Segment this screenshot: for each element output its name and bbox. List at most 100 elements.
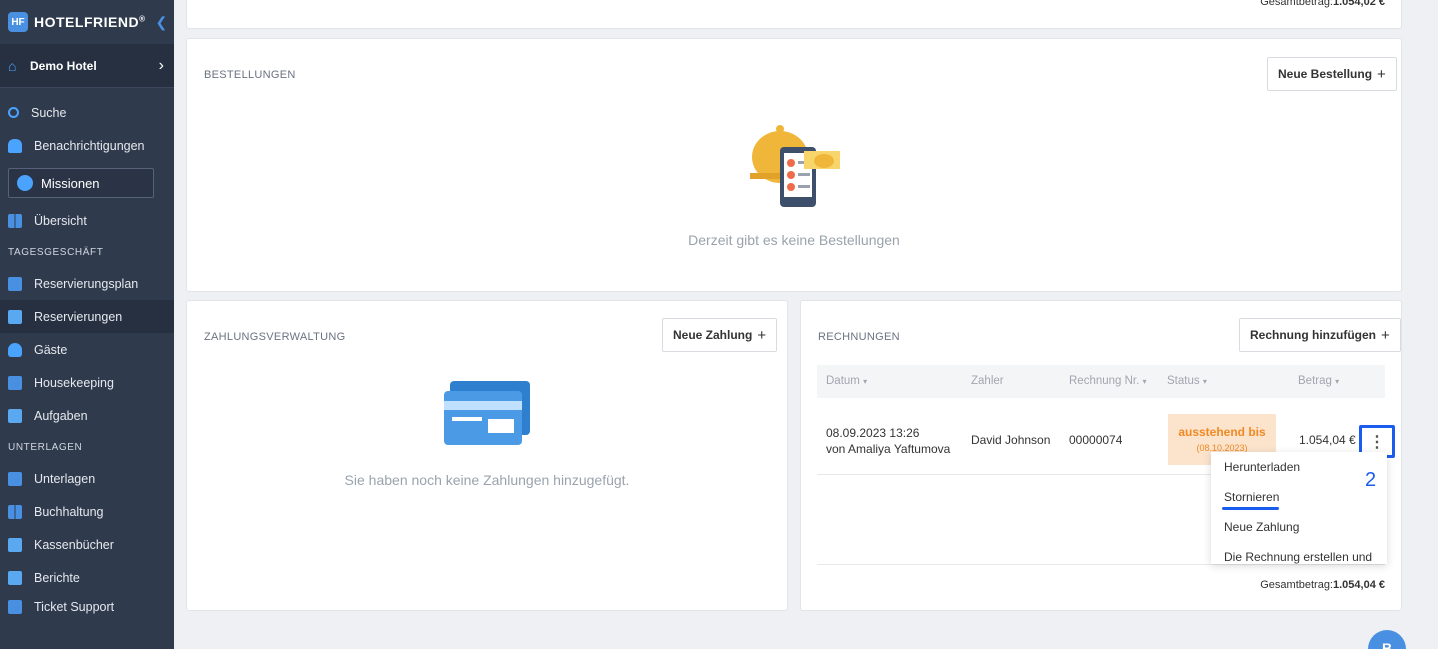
section-label-docs: UNTERLAGEN: [8, 441, 83, 453]
plus-icon: +: [757, 326, 767, 344]
sidebar-item-housekeeping[interactable]: Housekeeping: [0, 366, 174, 399]
accounting-icon: [8, 504, 22, 519]
section-label-daily: TAGESGESCHÄFT: [8, 246, 104, 258]
broom-icon: [8, 375, 22, 390]
sort-icon: ▾: [1142, 377, 1147, 386]
sidebar-item-label: Suche: [31, 105, 67, 120]
orders-empty-text: Derzeit gibt es keine Bestellungen: [688, 232, 900, 248]
chevron-right-icon: ›: [158, 56, 164, 74]
col-status-header[interactable]: Status ▾: [1167, 375, 1207, 387]
user-icon: [8, 342, 22, 357]
total-value: 1.054,04 €: [1333, 579, 1385, 591]
table-footer-divider: [817, 564, 1385, 565]
book-icon: [8, 537, 22, 552]
sidebar-item-label: Übersicht: [34, 213, 87, 228]
document-icon: [8, 309, 22, 324]
add-invoice-button[interactable]: Rechnung hinzufügen +: [1239, 318, 1401, 352]
sidebar-item-label: Berichte: [34, 570, 80, 585]
sidebar-item-overview[interactable]: Übersicht: [0, 204, 174, 237]
invoice-amount: 1.054,04 €: [1299, 433, 1356, 447]
sidebar-nav-daily: Reservierungsplan Reservierungen Gäste H…: [0, 267, 174, 432]
sort-icon: ▾: [1335, 377, 1340, 386]
sidebar-item-cashbooks[interactable]: Kassenbücher: [0, 528, 174, 561]
new-order-button[interactable]: Neue Bestellung +: [1267, 57, 1397, 91]
registered-mark: ®: [139, 14, 146, 24]
sidebar-item-label: Reservierungen: [34, 309, 123, 324]
sidebar-item-reservations[interactable]: Reservierungen: [0, 300, 174, 333]
invoice-date: 08.09.2023 13:26: [826, 426, 920, 440]
invoice-number: 00000074: [1069, 433, 1123, 447]
invoices-title: RECHNUNGEN: [818, 331, 900, 343]
sort-icon: ▾: [1202, 377, 1207, 386]
payments-card: ZAHLUNGSVERWALTUNG Neue Zahlung + Sie hab…: [186, 300, 788, 611]
sidebar-item-label: Housekeeping: [34, 375, 114, 390]
logo-row: HF HOTELFRIEND® ❮: [0, 0, 174, 44]
menu-item-new-payment[interactable]: Neue Zahlung: [1211, 512, 1387, 542]
col-status-label: Status: [1167, 375, 1200, 387]
bell-icon: [8, 138, 22, 153]
missions-label: Missionen: [41, 175, 100, 191]
col-amount-label: Betrag: [1298, 375, 1332, 387]
search-icon: [8, 107, 19, 118]
status-text: ausstehend bis: [1178, 425, 1266, 439]
new-payment-button[interactable]: Neue Zahlung +: [662, 318, 778, 352]
sidebar-item-label: Unterlagen: [34, 471, 96, 486]
highlight-underline: [1222, 507, 1279, 510]
sidebar-item-reservation-plan[interactable]: Reservierungsplan: [0, 267, 174, 300]
collapse-sidebar-icon[interactable]: ❮: [155, 14, 167, 31]
wrench-icon: [8, 408, 22, 423]
total-value: 1.054,02 €: [1333, 0, 1385, 8]
sidebar-item-label: Gäste: [34, 342, 68, 357]
col-amount-header[interactable]: Betrag ▾: [1298, 375, 1339, 387]
dashboard-icon: [8, 213, 22, 228]
plus-icon: +: [1377, 65, 1386, 83]
sidebar-item-accounting[interactable]: Buchhaltung: [0, 495, 174, 528]
support-icon: [8, 599, 22, 614]
invoices-card: RECHNUNGEN Rechnung hinzufügen + Datum ▾ …: [800, 300, 1402, 611]
step-annotation: 2: [1365, 469, 1377, 491]
menu-item-create-invoice[interactable]: Die Rechnung erstellen und: [1211, 542, 1387, 564]
sidebar: HF HOTELFRIEND® ❮ ⌂ Demo Hotel › Suche B…: [0, 0, 174, 649]
booking-summary-card: Gesamtbetrag:1.054,02 €: [186, 0, 1402, 29]
sort-icon: ▾: [863, 377, 868, 386]
sidebar-item-tasks[interactable]: Aufgaben: [0, 399, 174, 432]
hotelfriend-logo-icon: HF: [8, 12, 28, 32]
payments-title: ZAHLUNGSVERWALTUNG: [204, 331, 346, 343]
sidebar-item-label: Reservierungsplan: [34, 276, 139, 291]
floating-action-button[interactable]: B: [1368, 630, 1406, 649]
calendar-icon: [8, 276, 22, 291]
col-number-header[interactable]: Rechnung Nr. ▾: [1069, 375, 1147, 387]
col-date-label: Datum: [826, 375, 860, 387]
hotel-name: Demo Hotel: [30, 58, 97, 73]
col-number-label: Rechnung Nr.: [1069, 375, 1140, 387]
sidebar-nav-docs: Unterlagen Buchhaltung Kassenbücher Beri…: [0, 462, 174, 623]
menu-item-download[interactable]: Herunterladen: [1211, 452, 1387, 482]
food-order-illustration-icon: [750, 125, 840, 207]
missions-button[interactable]: Missionen: [8, 168, 154, 198]
sidebar-item-ticket-support[interactable]: Ticket Support: [0, 590, 174, 623]
add-invoice-label: Rechnung hinzufügen: [1250, 328, 1376, 342]
col-date-header[interactable]: Datum ▾: [826, 375, 867, 387]
sidebar-item-notifications[interactable]: Benachrichtigungen: [0, 129, 174, 162]
sidebar-item-label: Kassenbücher: [34, 537, 114, 552]
col-payer-header: Zahler: [971, 375, 1004, 387]
sidebar-item-guests[interactable]: Gäste: [0, 333, 174, 366]
sidebar-item-search[interactable]: Suche: [0, 96, 174, 129]
main-content: Gesamtbetrag:1.054,02 € BESTELLUNGEN Neu…: [174, 0, 1438, 649]
sidebar-item-label: Aufgaben: [34, 408, 88, 423]
orders-title: BESTELLUNGEN: [204, 69, 296, 81]
hotel-selector[interactable]: ⌂ Demo Hotel ›: [0, 44, 174, 88]
invoice-payer: David Johnson: [971, 433, 1051, 447]
invoices-total: Gesamtbetrag:1.054,04 €: [1260, 579, 1385, 591]
top-total: Gesamtbetrag:1.054,02 €: [1260, 0, 1385, 8]
sidebar-item-label: Buchhaltung: [34, 504, 104, 519]
sidebar-item-documents[interactable]: Unterlagen: [0, 462, 174, 495]
award-icon: [17, 175, 33, 191]
new-payment-label: Neue Zahlung: [673, 328, 753, 342]
credit-card-illustration-icon: [444, 381, 530, 445]
kebab-menu-icon: ⋮: [1369, 433, 1385, 451]
plus-icon: +: [1380, 326, 1390, 344]
orders-card: BESTELLUNGEN Neue Bestellung + Derzeit gi…: [186, 38, 1402, 292]
payments-empty-text: Sie haben noch keine Zahlungen hinzugefü…: [344, 472, 630, 488]
invoices-table-header: Datum ▾ Zahler Rechnung Nr. ▾ Status ▾ B…: [817, 365, 1385, 398]
